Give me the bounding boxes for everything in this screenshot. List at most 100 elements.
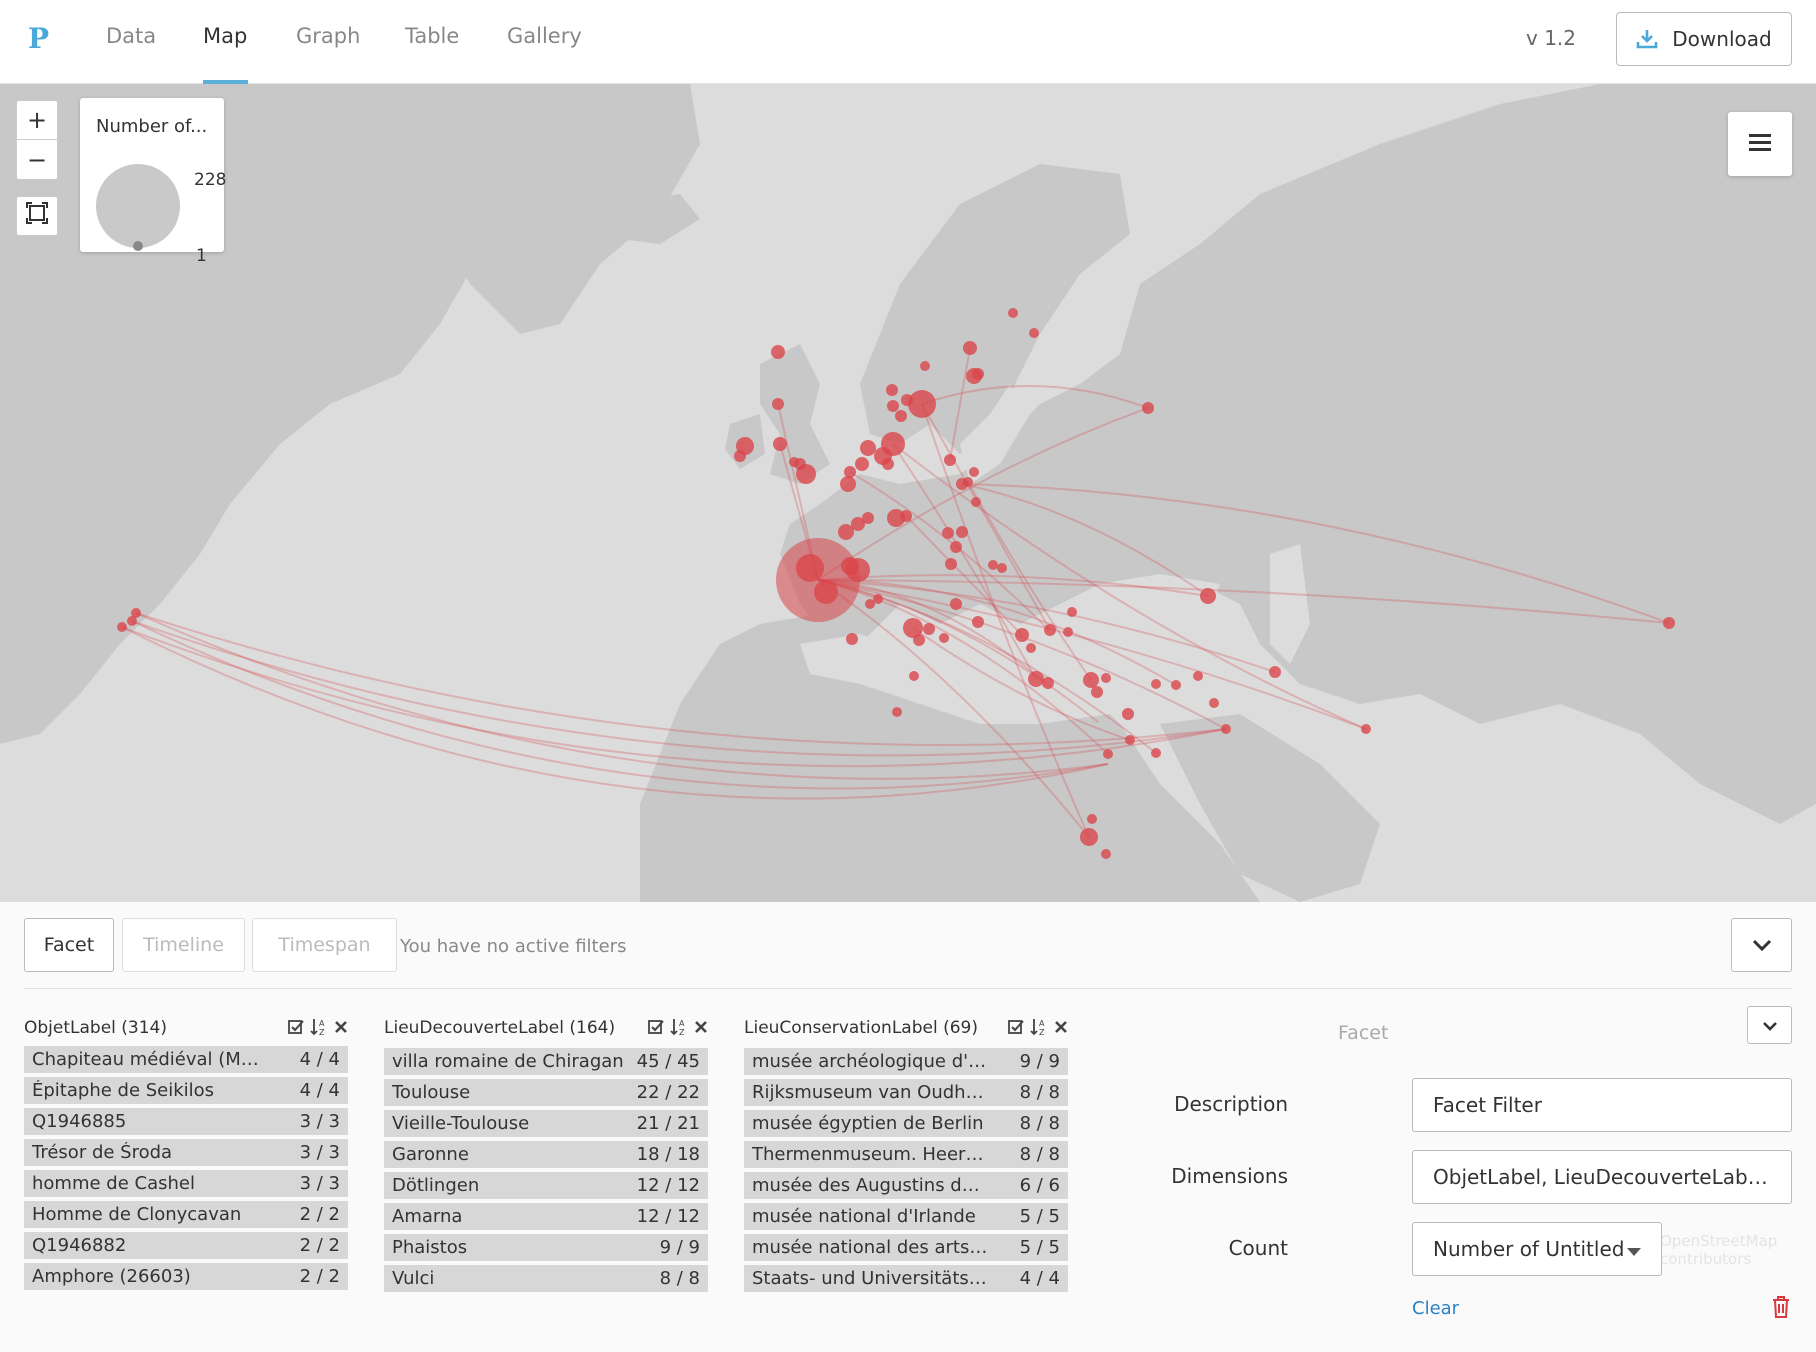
facet-row-bar[interactable]: Vulci 8 / 8: [384, 1265, 708, 1292]
facet-row-bar[interactable]: Q1946885 3 / 3: [24, 1108, 348, 1135]
map-marker[interactable]: [895, 410, 907, 422]
map-marker[interactable]: [971, 497, 981, 507]
map-marker[interactable]: [956, 526, 968, 538]
facet-row[interactable]: villa romaine de Chiragan 45 / 45: [384, 1046, 708, 1077]
map-marker[interactable]: [887, 400, 899, 412]
map-marker[interactable]: [814, 580, 838, 604]
facet-row[interactable]: Phaistos 9 / 9: [384, 1232, 708, 1263]
facet-row[interactable]: Rijksmuseum van Oudhe... 8 / 8: [744, 1077, 1068, 1108]
map-marker[interactable]: [1193, 671, 1203, 681]
facet-row[interactable]: Trésor de Środa 3 / 3: [24, 1137, 348, 1168]
facet-row-bar[interactable]: Vieille-Toulouse 21 / 21: [384, 1110, 708, 1137]
facet-row-bar[interactable]: Staats- und Universitätsb... 4 / 4: [744, 1265, 1068, 1292]
map-marker[interactable]: [908, 390, 936, 418]
count-select[interactable]: Number of Untitled: [1412, 1222, 1662, 1276]
map-marker[interactable]: [892, 707, 902, 717]
map-marker[interactable]: [1080, 828, 1098, 846]
map-marker[interactable]: [1209, 698, 1219, 708]
dimensions-input[interactable]: ObjetLabel, LieuDecouverteLabel, L...: [1412, 1150, 1792, 1204]
map-view[interactable]: + − Number of... 228 1: [0, 84, 1816, 902]
map-marker[interactable]: [1151, 679, 1161, 689]
facet-list[interactable]: villa romaine de Chiragan 45 / 45 Toulouse…: [384, 1046, 708, 1314]
facet-row-bar[interactable]: Phaistos 9 / 9: [384, 1234, 708, 1261]
map-marker[interactable]: [1028, 671, 1044, 687]
map-marker[interactable]: [1663, 617, 1675, 629]
facet-row-bar[interactable]: Rijksmuseum van Oudhe... 8 / 8: [744, 1079, 1068, 1106]
map-marker[interactable]: [117, 622, 127, 632]
map-marker[interactable]: [796, 554, 824, 582]
map-marker[interactable]: [844, 466, 856, 478]
facet-row-bar[interactable]: musée national des arts a... 5 / 5: [744, 1234, 1068, 1261]
facet-row[interactable]: musée égyptien de Berlin 8 / 8: [744, 1108, 1068, 1139]
tab-timeline[interactable]: Timeline: [122, 918, 245, 972]
facet-row-bar[interactable]: Homme de Clonycavan 2 / 2: [24, 1201, 348, 1228]
map-marker[interactable]: [846, 633, 858, 645]
map-menu-button[interactable]: [1728, 112, 1792, 176]
map-marker[interactable]: [1361, 724, 1371, 734]
map-marker[interactable]: [1151, 748, 1161, 758]
map-marker[interactable]: [1008, 308, 1018, 318]
facet-row[interactable]: Homme de Clonycavan 2 / 2: [24, 1199, 348, 1230]
map-marker[interactable]: [1101, 673, 1111, 683]
facet-row-bar[interactable]: Thermenmuseum. Heerle... 8 / 8: [744, 1141, 1068, 1168]
zoom-in-button[interactable]: +: [16, 100, 58, 140]
facet-row-bar[interactable]: Q1946882 2 / 2: [24, 1232, 348, 1259]
map-marker[interactable]: [1221, 724, 1231, 734]
map-marker[interactable]: [963, 341, 977, 355]
map-marker[interactable]: [773, 437, 787, 451]
facet-row[interactable]: Chapiteau médiéval (Mus... 4 / 4: [24, 1044, 348, 1075]
tab-table[interactable]: Table: [405, 24, 459, 48]
description-input[interactable]: Facet Filter: [1412, 1078, 1792, 1132]
map-marker[interactable]: [913, 634, 925, 646]
facet-row-bar[interactable]: Garonne 18 / 18: [384, 1141, 708, 1168]
facet-row-bar[interactable]: musée archéologique d'H... 9 / 9: [744, 1048, 1068, 1075]
facet-row[interactable]: Q1946882 2 / 2: [24, 1230, 348, 1261]
facet-row[interactable]: Épitaphe de Seikilos 4 / 4: [24, 1075, 348, 1106]
map-marker[interactable]: [886, 384, 898, 396]
facet-list[interactable]: Chapiteau médiéval (Mus... 4 / 4 Épitaphe …: [24, 1044, 348, 1312]
map-marker[interactable]: [945, 558, 957, 570]
tab-graph[interactable]: Graph: [296, 24, 360, 48]
panel-collapse-button[interactable]: [1731, 918, 1792, 972]
facet-row[interactable]: musée national des arts a... 5 / 5: [744, 1232, 1068, 1263]
app-logo[interactable]: P: [28, 22, 49, 55]
map-marker[interactable]: [1125, 735, 1135, 745]
map-marker[interactable]: [1101, 849, 1111, 859]
map-marker[interactable]: [1087, 814, 1097, 824]
map-marker[interactable]: [841, 557, 859, 575]
download-button[interactable]: Download: [1616, 12, 1792, 66]
facet-row[interactable]: Vulci 8 / 8: [384, 1263, 708, 1294]
facet-row[interactable]: Toulouse 22 / 22: [384, 1077, 708, 1108]
map-marker[interactable]: [840, 476, 856, 492]
sort-icon[interactable]: AZ: [1030, 1018, 1048, 1040]
map-marker[interactable]: [1269, 666, 1281, 678]
facet-row[interactable]: Q1946885 3 / 3: [24, 1106, 348, 1137]
facet-row[interactable]: Thermenmuseum. Heerle... 8 / 8: [744, 1139, 1068, 1170]
tab-data[interactable]: Data: [106, 24, 156, 48]
facet-row[interactable]: Garonne 18 / 18: [384, 1139, 708, 1170]
map-marker[interactable]: [1029, 328, 1039, 338]
map-marker[interactable]: [997, 563, 1007, 573]
map-marker[interactable]: [1015, 628, 1029, 642]
facet-row[interactable]: Amphore (26603) 2 / 2: [24, 1261, 348, 1292]
map-marker[interactable]: [942, 527, 954, 539]
sort-icon[interactable]: AZ: [670, 1018, 688, 1040]
settings-collapse-button[interactable]: [1747, 1006, 1792, 1044]
facet-row[interactable]: Vieille-Toulouse 21 / 21: [384, 1108, 708, 1139]
zoom-out-button[interactable]: −: [16, 140, 58, 180]
facet-row[interactable]: musée des Augustins de T... 6 / 6: [744, 1170, 1068, 1201]
map-marker[interactable]: [950, 541, 962, 553]
map-marker[interactable]: [939, 633, 949, 643]
map-marker[interactable]: [1091, 686, 1103, 698]
tab-gallery[interactable]: Gallery: [507, 24, 582, 48]
facet-row-bar[interactable]: Trésor de Środa 3 / 3: [24, 1139, 348, 1166]
tab-map[interactable]: Map: [203, 24, 247, 48]
sort-icon[interactable]: AZ: [310, 1018, 328, 1040]
fit-bounds-button[interactable]: [16, 196, 58, 236]
facet-row-bar[interactable]: musée égyptien de Berlin 8 / 8: [744, 1110, 1068, 1137]
close-icon[interactable]: [1054, 1020, 1068, 1038]
facet-row-bar[interactable]: musée des Augustins de T... 6 / 6: [744, 1172, 1068, 1199]
facet-row-bar[interactable]: villa romaine de Chiragan 45 / 45: [384, 1048, 708, 1075]
facet-row[interactable]: Staats- und Universitätsb... 4 / 4: [744, 1263, 1068, 1294]
tab-facet[interactable]: Facet: [24, 918, 114, 972]
